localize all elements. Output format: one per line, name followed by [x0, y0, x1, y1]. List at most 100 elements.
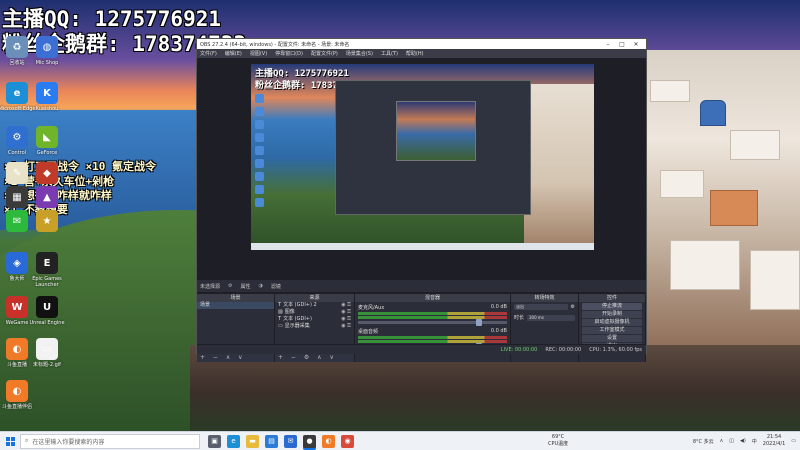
duration-input[interactable]: 300 ms	[527, 314, 575, 321]
desktop-icon[interactable]: ◍ Mic Shop	[26, 36, 68, 66]
store-icon[interactable]: ▤	[265, 434, 278, 448]
file-explorer-icon[interactable]: ▬	[246, 434, 259, 448]
control-panel-icon: ⚙	[6, 126, 28, 148]
obs-taskbar-icon[interactable]: ●	[303, 434, 316, 448]
visibility-eye-icon[interactable]: ◉ ⚿	[341, 316, 351, 323]
rec-status: REC: 00:00:00	[545, 346, 582, 353]
visibility-eye-icon[interactable]: ◉ ⚿	[341, 309, 351, 316]
desktop-icon[interactable]: ◣ GeForce	[26, 126, 68, 156]
desktop-icon-label: Epic Games Launcher	[32, 276, 62, 288]
volume-slider[interactable]	[358, 319, 507, 326]
transition-type-select[interactable]: 淡出	[514, 304, 568, 310]
visibility-eye-icon[interactable]: ◉ ⚿	[341, 302, 351, 309]
source-item[interactable]: T 文本 (GDI+) 2 ◉ ⚿	[275, 302, 354, 309]
douyu-taskbar-icon[interactable]: ◐	[322, 434, 335, 448]
control-button[interactable]: 停止推流	[582, 303, 642, 310]
task-view-icon[interactable]: ▣	[208, 434, 221, 448]
sources-toolbar[interactable]: + − ⚙ ∧ ∨	[275, 354, 354, 362]
desktop-icon[interactable]: ◆	[26, 162, 68, 186]
desktop-icon[interactable]: E Epic Games Launcher	[26, 252, 68, 288]
desktop-icon[interactable]: U Unreal Engine	[26, 296, 68, 326]
chrome-icon[interactable]: ◉	[341, 434, 354, 448]
obs-menubar: 文件(F) 编辑(E) 视图(V) 停靠窗口(D) 配置文件(P) 场景集合(S) 工具(T…	[197, 49, 646, 58]
obs-window[interactable]: OBS 27.2.4 (64-bit, windows) - 配置文件: 未命名…	[196, 38, 647, 362]
menu-item[interactable]: 工具(T)	[381, 50, 398, 57]
minimize-icon[interactable]: –	[601, 41, 615, 48]
volume-meter	[358, 316, 507, 319]
volume-icon[interactable]: ◀)	[740, 438, 746, 444]
scenes-toolbar[interactable]: + − ∧ ∨	[197, 354, 274, 362]
app-icon: ▦	[6, 186, 28, 208]
douyu-companion-icon: ◐	[6, 380, 28, 402]
game-icon: ◆	[36, 162, 58, 184]
edge-taskbar-icon[interactable]: e	[227, 434, 240, 448]
menu-item[interactable]: 停靠窗口(D)	[275, 50, 303, 57]
mixer-channel: 麦克风/Aux 0.0 dB	[355, 302, 510, 326]
source-type-icon: ▭	[278, 323, 283, 329]
obs-statusbar: LIVE: 00:00:00 REC: 00:00:00 CPU: 1.3%, …	[197, 344, 646, 354]
cpu-temp-label: CPU温度	[548, 441, 569, 447]
notification-icon[interactable]: ▭	[791, 438, 796, 444]
source-type-icon: T	[278, 302, 282, 308]
control-button[interactable]: 启动虚拟摄像机	[582, 319, 642, 326]
obs-preview[interactable]: 主播QQ: 1275776921 粉丝企鹅群: 178374733	[251, 64, 594, 250]
filters-icon[interactable]: ◑	[259, 283, 263, 289]
source-item[interactable]: ▭ 显示器采集 ◉ ⚿	[275, 323, 354, 330]
scene-item[interactable]: 场景	[197, 302, 274, 309]
source-item[interactable]: T 文本 (GDI+) ◉ ⚿	[275, 316, 354, 323]
obs-titlebar[interactable]: OBS 27.2.4 (64-bit, windows) - 配置文件: 未命名…	[197, 39, 646, 49]
volume-slider-knob[interactable]	[476, 319, 482, 326]
mail-icon[interactable]: ✉	[284, 434, 297, 448]
clock[interactable]: 21:54 2022/4/1	[763, 434, 785, 448]
gif-file-icon: ▭	[36, 338, 58, 360]
visibility-eye-icon[interactable]: ◉ ⚿	[341, 323, 351, 330]
weather-tray[interactable]: 8°C 多云	[693, 438, 714, 445]
desktop-icon-label: Mic Shop	[35, 60, 59, 66]
properties-gear-icon[interactable]: ⚙	[228, 283, 232, 289]
menu-item[interactable]: 配置文件(P)	[311, 50, 338, 57]
desktop-icon-label: Unreal Engine	[29, 320, 65, 326]
volume-meter	[358, 340, 507, 343]
source-item[interactable]: ▨ 图像 ◉ ⚿	[275, 309, 354, 316]
tray-chevron-icon[interactable]: ∧	[720, 438, 724, 444]
desktop-icon-label: 斗鱼直播伴侣	[1, 404, 32, 410]
taskbar-search[interactable]: ⌕ 在这里输入你要搜索的内容	[20, 433, 200, 449]
desktop-icon[interactable]: ◐ 斗鱼直播伴侣	[0, 380, 38, 410]
desktop-icon[interactable]: ▲	[26, 186, 68, 210]
desktop-icon[interactable]: ★	[26, 210, 68, 234]
kuaishou-icon: K	[36, 82, 58, 104]
search-icon: ⌕	[25, 437, 29, 444]
douyu-icon: ◐	[6, 338, 28, 360]
menu-item[interactable]: 帮助(H)	[406, 50, 424, 57]
menu-item[interactable]: 编辑(E)	[225, 50, 242, 57]
menu-item[interactable]: 视图(V)	[250, 50, 267, 57]
menu-item[interactable]: 场景集合(S)	[346, 50, 373, 57]
duration-row: 时长 300 ms	[511, 312, 578, 323]
transition-gear-icon[interactable]: ⚙	[571, 304, 575, 310]
control-button[interactable]: 开始录制	[582, 311, 642, 318]
menu-item[interactable]: 文件(F)	[200, 50, 217, 57]
obs-window-title: OBS 27.2.4 (64-bit, windows) - 配置文件: 未命名…	[200, 41, 350, 48]
transition-type-row: 淡出 ⚙	[511, 302, 578, 312]
ime-indicator[interactable]: 中	[752, 438, 757, 445]
cpu-temp-value: 69°C	[551, 434, 565, 440]
desktop-icon[interactable]: ▭ 未标题-2.gif	[26, 338, 68, 368]
no-source-label: 未选择源	[200, 283, 221, 290]
notepad-icon: ✎	[6, 162, 28, 184]
clock-time: 21:54	[766, 434, 782, 440]
wechat-icon: ✉	[6, 210, 28, 232]
cpu-temp-widget[interactable]: 69°C CPU温度	[548, 434, 568, 448]
desktop-icon[interactable]: K Kuaishou	[26, 82, 68, 112]
mixer-header: 混音器	[355, 294, 510, 302]
filters-button[interactable]: 滤镜	[271, 283, 281, 290]
start-button[interactable]	[0, 432, 20, 450]
maximize-icon[interactable]: □	[615, 41, 629, 48]
close-icon[interactable]: ✕	[629, 41, 643, 48]
wegame-icon: W	[6, 296, 28, 318]
control-button[interactable]: 工作室模式	[582, 327, 642, 334]
control-button[interactable]: 设置	[582, 335, 642, 342]
search-placeholder: 在这里输入你要搜索的内容	[32, 438, 105, 446]
epic-icon: E	[36, 252, 58, 274]
network-icon[interactable]: ◫	[729, 438, 734, 444]
properties-button[interactable]: 属性	[241, 283, 251, 290]
